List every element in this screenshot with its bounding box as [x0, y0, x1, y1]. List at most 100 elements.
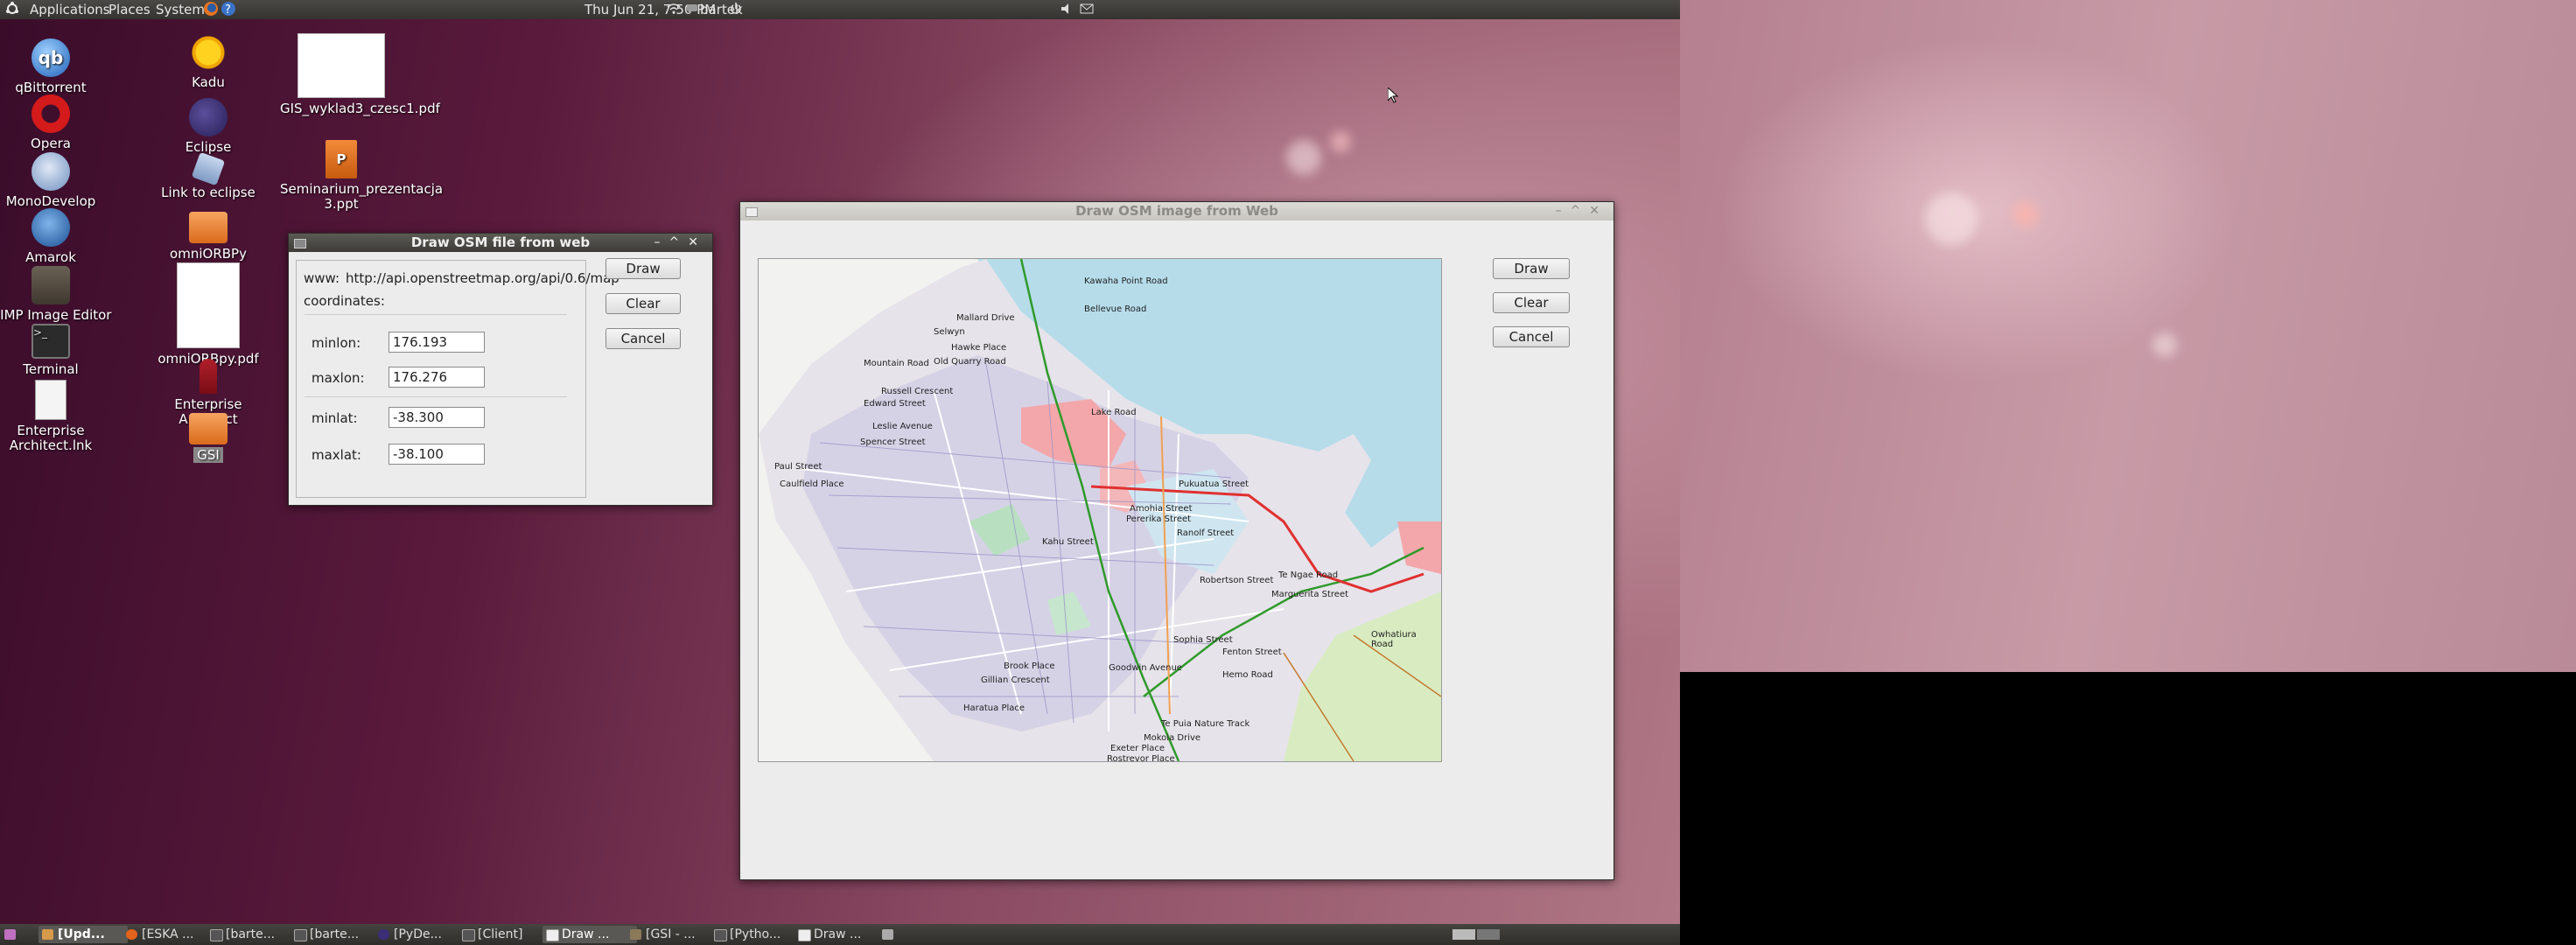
wifi-icon[interactable] — [667, 3, 681, 18]
taskbar-item[interactable]: [Upd... — [38, 926, 128, 943]
menu-places[interactable]: Places — [108, 2, 150, 18]
desktop-icon-gis-pdf[interactable]: GIS_wyklad3_czesc1.pdf — [280, 33, 440, 116]
second-monitor-wallpaper — [1680, 0, 2576, 672]
maxlon-field[interactable]: 176.276 — [388, 367, 485, 388]
taskbar-label: Draw ... — [814, 928, 862, 942]
osm-map-canvas[interactable]: Kawaha Point Road Bellevue Road Mallard … — [758, 258, 1442, 762]
volume-icon[interactable] — [1060, 3, 1074, 18]
icon-label: Terminal — [23, 361, 79, 377]
map-label: Russell Crescent — [881, 387, 954, 396]
close-icon[interactable]: ✕ — [1589, 204, 1608, 218]
desktop-icon-eclipse[interactable]: Eclipse — [147, 98, 270, 155]
draw-button[interactable]: Draw — [1493, 258, 1570, 279]
osm-image-window: Draw OSM image from Web –^✕ Kawaha Point… — [739, 201, 1614, 880]
icon-label: qBittorrent — [15, 80, 87, 95]
window-icon — [746, 207, 758, 217]
icon-label: omniORBPy — [170, 246, 247, 262]
desktop-icon-kadu[interactable]: Kadu — [147, 33, 270, 90]
window-icon — [294, 239, 306, 248]
taskbar-item[interactable]: [GSI - ... — [626, 926, 721, 943]
desktop-icon-terminal[interactable]: >_ Terminal — [0, 324, 112, 377]
dialog-clear-button[interactable]: Clear — [606, 293, 681, 314]
desktop-icon-qbittorrent[interactable]: qb qBittorrent — [0, 38, 112, 95]
taskbar-item[interactable]: [barte... — [290, 926, 385, 943]
maximize-icon[interactable]: ^ — [1571, 204, 1590, 218]
workspace-1[interactable] — [1452, 929, 1475, 940]
minlat-field[interactable]: -38.300 — [388, 407, 485, 428]
map-label: Fenton Street — [1222, 648, 1282, 657]
taskbar-item[interactable]: Draw ... — [794, 926, 889, 943]
maxlat-field[interactable]: -38.100 — [388, 444, 485, 465]
desktop-icon-omniorbpy[interactable]: omniORBPy — [147, 212, 270, 262]
menu-applications[interactable]: Applications — [30, 2, 110, 18]
map-label: Sophia Street — [1173, 635, 1233, 645]
divider — [304, 314, 567, 315]
minimize-icon[interactable]: – — [1556, 204, 1571, 218]
icon-label: Kadu — [192, 74, 225, 90]
icon-label: Eclipse — [185, 139, 232, 155]
map-label: Bellevue Road — [1084, 304, 1147, 314]
taskbar-item[interactable]: [Client] — [458, 926, 553, 943]
window-controls: –^✕ — [654, 234, 707, 252]
help-icon[interactable]: ? — [220, 1, 236, 20]
folder-icon — [189, 413, 228, 444]
taskbar-item[interactable]: [PyDe... — [374, 926, 469, 943]
taskbar-label: [GSI - ... — [646, 928, 696, 942]
desktop-icon-gimp[interactable]: GIMP Image Editor — [0, 266, 112, 323]
maximize-icon[interactable]: ^ — [669, 235, 689, 249]
desktop-icon-seminarium-ppt[interactable]: P Seminarium_prezentacja 3.ppt — [280, 140, 443, 212]
firefox-icon[interactable] — [203, 1, 219, 20]
taskbar-label: Draw ... — [562, 928, 610, 942]
wallpaper-bokeh — [1330, 131, 1351, 152]
desktop-icon-omniorbpy-pdf[interactable]: omniORBpy.pdf — [147, 262, 270, 367]
menu-system[interactable]: System — [156, 2, 205, 18]
desktop-icon-monodevelop[interactable]: MonoDevelop — [0, 152, 112, 209]
divider — [304, 396, 567, 397]
www-value[interactable]: http://api.openstreetmap.org/api/0.6/map — [346, 270, 620, 286]
ubuntu-logo-icon[interactable] — [5, 1, 19, 20]
minlon-field[interactable]: 176.193 — [388, 332, 485, 353]
workspace-switcher[interactable] — [1452, 926, 1503, 943]
map-label: Ranolf Street — [1177, 528, 1235, 538]
dialog-cancel-button[interactable]: Cancel — [606, 328, 681, 349]
wine-glass-icon — [200, 359, 217, 394]
taskbar-item[interactable]: [Pytho... — [710, 926, 805, 943]
dialog-titlebar[interactable]: Draw OSM file from web –^✕ — [289, 234, 712, 252]
chat-status-icon[interactable] — [686, 3, 698, 18]
kadu-sun-icon — [189, 33, 228, 72]
desktop-icon-link-to-eclipse[interactable]: Link to eclipse — [147, 151, 270, 200]
desktop-icon-opera[interactable]: Opera — [0, 94, 112, 151]
taskbar-item[interactable]: [ESKA ... — [122, 926, 217, 943]
power-icon[interactable] — [730, 2, 742, 19]
workspace-2[interactable] — [1477, 929, 1500, 940]
pdf-thumbnail-icon — [298, 33, 385, 98]
map-label: Rostrevor Place — [1107, 754, 1175, 762]
desktop-icon-enterprise-architect-lnk[interactable]: Enterprise Architect.lnk — [0, 380, 112, 453]
desktop-icon-amarok[interactable]: Amarok — [0, 208, 112, 265]
map-label: Brook Place — [1004, 662, 1055, 671]
window-titlebar[interactable]: Draw OSM image from Web –^✕ — [740, 202, 1614, 220]
close-icon[interactable]: ✕ — [688, 235, 707, 249]
app-icon — [126, 929, 137, 940]
osm-file-dialog: Draw OSM file from web –^✕ www: http://a… — [288, 233, 713, 506]
taskbar-label: [Pytho... — [730, 928, 781, 942]
trash-icon[interactable] — [878, 926, 898, 943]
show-desktop-icon[interactable] — [2, 926, 21, 943]
maxlon-label: maxlon: — [312, 370, 365, 386]
app-icon — [630, 929, 641, 940]
taskbar-item[interactable]: [barte... — [206, 926, 301, 943]
desktop-icon-gsi[interactable]: GSI — [147, 413, 270, 463]
map-label: Hawke Place — [951, 343, 1007, 353]
dialog-draw-button[interactable]: Draw — [606, 258, 681, 279]
clear-button[interactable]: Clear — [1493, 292, 1570, 313]
map-label: Amohia Street — [1130, 504, 1193, 514]
map-label: Caulfield Place — [780, 480, 844, 489]
cancel-button[interactable]: Cancel — [1493, 326, 1570, 347]
minimize-icon[interactable]: – — [654, 235, 669, 249]
taskbar-item[interactable]: Draw ... — [542, 926, 637, 943]
map-label: Goodwin Avenue — [1109, 663, 1182, 673]
pdf-thumbnail-icon — [177, 262, 240, 348]
maxlat-label: maxlat: — [312, 447, 361, 463]
mail-icon[interactable] — [1080, 3, 1094, 18]
icon-label: Amarok — [25, 249, 76, 265]
